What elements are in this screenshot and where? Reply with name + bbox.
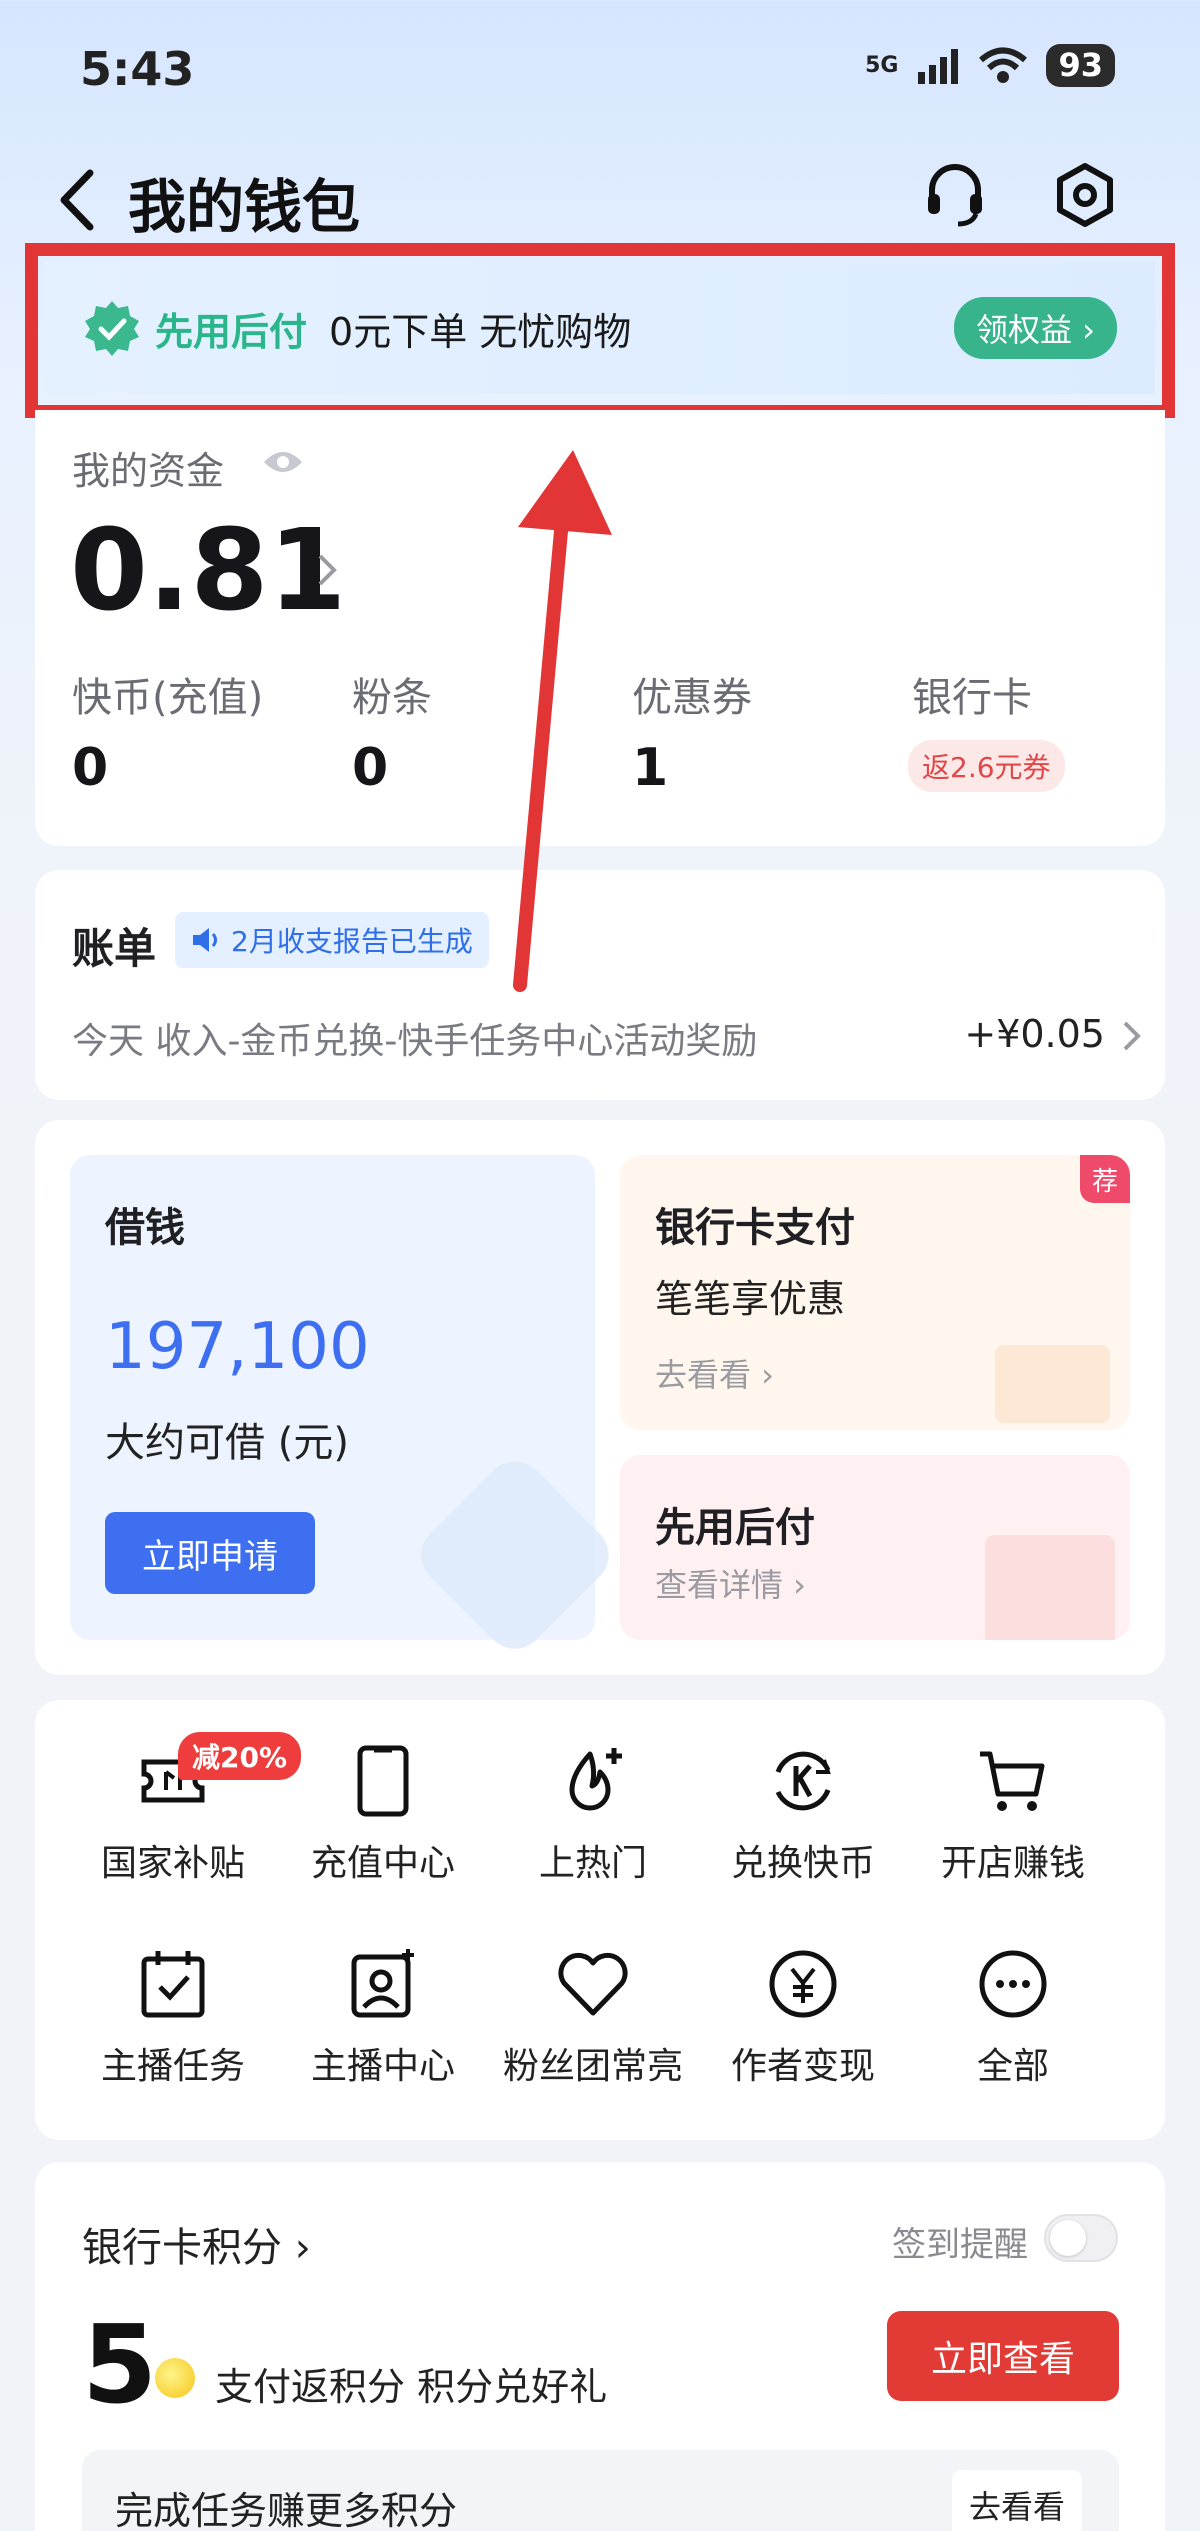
bnpl-title: 先用后付 — [655, 1505, 815, 1551]
card-pay-link[interactable]: 去看看 › — [655, 1350, 774, 1396]
grid-label: 充值中心 — [310, 1843, 455, 1884]
stat-label-bank-card[interactable]: 银行卡 — [912, 665, 1032, 723]
points-subtitle: 支付返积分 积分兑好礼 — [215, 2365, 608, 2409]
stat-label-coins[interactable]: 快币(充值) — [72, 665, 263, 723]
stat-label-promotion[interactable]: 粉条 — [352, 665, 432, 723]
calendar-check-icon — [141, 1951, 205, 2018]
status-time: 5:43 — [80, 42, 195, 96]
eye-icon[interactable] — [262, 448, 304, 476]
grid-item-trending[interactable]: 上热门 — [488, 1742, 698, 1886]
grid-item-exchange[interactable]: 兑换快币 — [698, 1742, 908, 1886]
status-icons: 5G 93 — [865, 44, 1115, 88]
grid-label: 开店赚钱 — [940, 1843, 1085, 1884]
grid-item-streamer-tasks[interactable]: 主播任务 — [68, 1945, 278, 2089]
heart-icon — [558, 1952, 628, 2016]
grid-label: 全部 — [976, 2046, 1049, 2087]
apply-now-button[interactable]: 立即申请 — [105, 1512, 315, 1594]
view-now-button[interactable]: 立即查看 — [887, 2311, 1119, 2401]
grid-item-streamer-center[interactable]: 主播中心 — [278, 1945, 488, 2089]
grid-label: 国家补贴 — [100, 1843, 245, 1884]
points-value: 5 — [82, 2303, 158, 2428]
bnpl-decoration — [985, 1535, 1115, 1640]
balance-amount[interactable]: 0.81 — [70, 515, 346, 627]
grid-label: 作者变现 — [730, 2046, 875, 2087]
cart-icon — [980, 1751, 1045, 1811]
grid-label: 主播中心 — [310, 2046, 455, 2087]
coin-icon — [155, 2358, 195, 2398]
phone-icon — [357, 1745, 409, 1817]
card-pay-title: 银行卡支付 — [655, 1205, 855, 1251]
bank-card-decoration — [995, 1345, 1110, 1423]
go-see-button[interactable]: 去看看 — [952, 2470, 1082, 2531]
chevron-right-icon[interactable] — [312, 550, 342, 590]
grid-label: 粉丝团常亮 — [502, 2046, 683, 2087]
bnpl-details-link[interactable]: 查看详情 › — [655, 1560, 806, 1606]
bill-tag-text: 2月收支报告已生成 — [231, 925, 473, 958]
stat-value-coins[interactable]: 0 — [72, 738, 108, 798]
flame-plus-icon — [569, 1748, 622, 1811]
grid-item-monetize[interactable]: 作者变现 — [698, 1945, 908, 2089]
funds-label: 我的资金 — [72, 449, 225, 493]
stat-value-promotion[interactable]: 0 — [352, 738, 388, 798]
wifi-icon — [979, 47, 1028, 83]
bank-card-promo-badge: 返2.6元券 — [908, 740, 1065, 792]
headset-icon[interactable] — [920, 160, 990, 230]
grid-label: 兑换快币 — [730, 1843, 875, 1884]
user-card-icon — [351, 1949, 414, 2018]
checkin-remind-label: 签到提醒 — [892, 2225, 1028, 2265]
grid-item-all[interactable]: 全部 — [908, 1945, 1118, 2089]
back-chevron-icon[interactable] — [50, 165, 110, 235]
more-circle-icon — [979, 1950, 1047, 2018]
settings-hexagon-icon[interactable] — [1050, 160, 1120, 230]
network-label: 5G — [865, 52, 899, 78]
loan-title: 借钱 — [105, 1205, 185, 1251]
chevron-right-icon[interactable] — [1119, 1018, 1145, 1054]
grid-label: 上热门 — [538, 1843, 647, 1884]
loan-amount: 197,100 — [105, 1310, 370, 1384]
bill-card[interactable] — [35, 870, 1165, 1100]
task-text: 完成任务赚更多积分 — [115, 2489, 458, 2531]
card-pay-subtitle: 笔笔享优惠 — [655, 1277, 846, 1321]
grid-label: 主播任务 — [100, 2046, 245, 2087]
yuan-circle-icon — [769, 1950, 837, 2018]
signal-icon — [918, 48, 959, 84]
stat-label-coupons[interactable]: 优惠券 — [632, 665, 752, 723]
exchange-k-icon — [775, 1751, 831, 1811]
grid-item-fan-group[interactable]: 粉丝团常亮 — [488, 1945, 698, 2089]
battery-indicator: 93 — [1046, 44, 1115, 88]
speaker-icon — [193, 928, 217, 952]
grid-item-recharge[interactable]: 充值中心 — [278, 1742, 488, 1886]
recommend-badge: 荐 — [1080, 1155, 1130, 1203]
loan-subtitle: 大约可借 (元) — [105, 1420, 349, 1466]
bill-report-tag[interactable]: 2月收支报告已生成 — [175, 912, 489, 968]
checkin-remind-toggle[interactable] — [1044, 2214, 1118, 2262]
bill-title: 账单 — [72, 924, 157, 973]
stat-value-coupons[interactable]: 1 — [632, 738, 668, 798]
bill-entry-text[interactable]: 今天 收入-金币兑换-快手任务中心活动奖励 — [72, 1012, 757, 1064]
grid-item-open-shop[interactable]: 开店赚钱 — [908, 1742, 1118, 1886]
page-title: 我的钱包 — [128, 173, 361, 241]
points-title[interactable]: 银行卡积分 › — [82, 2215, 311, 2273]
bill-entry-amount[interactable]: +¥0.05 — [964, 1012, 1105, 1056]
highlight-frame — [25, 243, 1175, 418]
